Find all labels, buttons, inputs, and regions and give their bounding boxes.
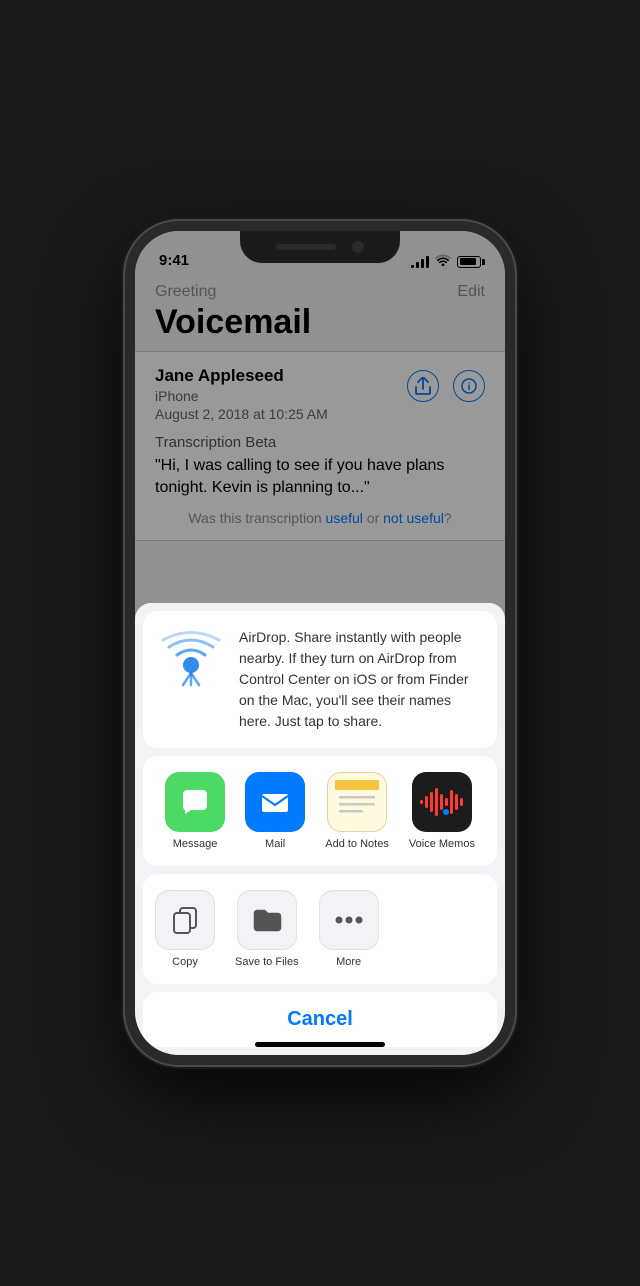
airdrop-description: AirDrop. Share instantly with people nea… (239, 627, 481, 732)
messages-icon (165, 772, 225, 832)
notes-icon (327, 772, 387, 832)
voice-memos-icon (412, 772, 472, 832)
front-camera (352, 241, 364, 253)
notch (240, 231, 400, 263)
apps-row: Message Mail (143, 756, 497, 866)
phone-frame: 9:41 Greeting (125, 221, 515, 1065)
share-app-messages[interactable]: Message (165, 772, 225, 850)
copy-icon (155, 890, 215, 950)
messages-label: Message (173, 838, 218, 850)
copy-label: Copy (172, 956, 198, 968)
save-to-files-icon (237, 890, 297, 950)
airdrop-section: AirDrop. Share instantly with people nea… (143, 611, 497, 748)
share-app-voice-memos[interactable]: Voice Memos (409, 772, 475, 850)
more-label: More (336, 956, 361, 968)
more-icon (319, 890, 379, 950)
cancel-section: Cancel (143, 992, 497, 1047)
share-sheet: AirDrop. Share instantly with people nea… (135, 603, 505, 1055)
notes-label: Add to Notes (325, 838, 389, 850)
airdrop-icon (159, 627, 223, 691)
save-to-files-label: Save to Files (235, 956, 299, 968)
cancel-button[interactable]: Cancel (159, 1008, 481, 1031)
mail-icon (245, 772, 305, 832)
actions-row: Copy Save to Files (143, 874, 497, 984)
voice-memos-label: Voice Memos (409, 838, 475, 850)
action-more[interactable]: More (319, 890, 379, 968)
share-app-mail[interactable]: Mail (245, 772, 305, 850)
mail-label: Mail (265, 838, 285, 850)
share-app-notes[interactable]: Add to Notes (325, 772, 389, 850)
speaker (276, 244, 336, 250)
action-copy[interactable]: Copy (155, 890, 215, 968)
action-save-to-files[interactable]: Save to Files (235, 890, 299, 968)
home-indicator[interactable] (255, 1042, 385, 1047)
share-content: AirDrop. Share instantly with people nea… (135, 603, 505, 1055)
